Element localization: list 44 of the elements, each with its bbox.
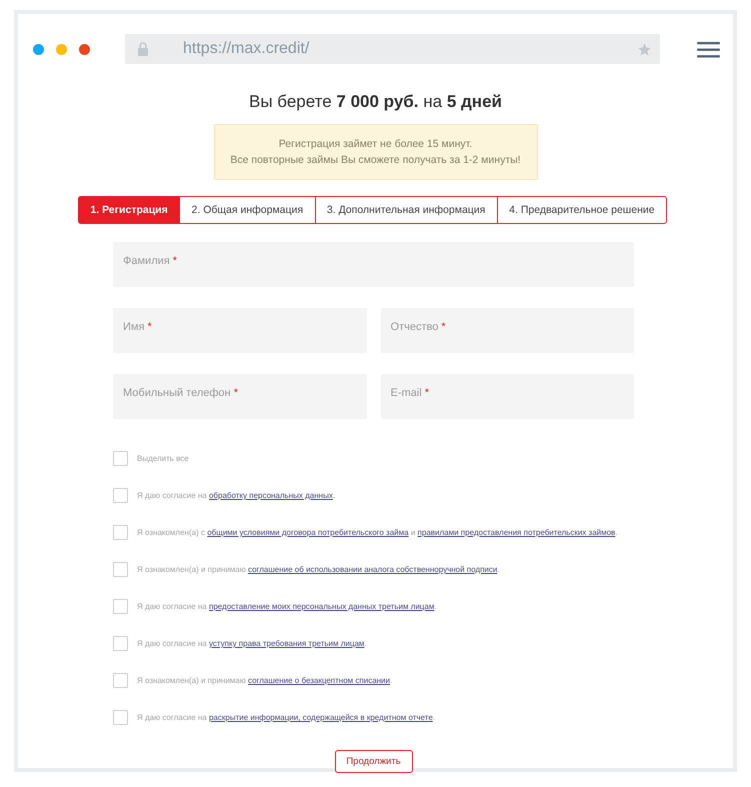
input-field[interactable]: Имя *: [113, 308, 366, 353]
consent-text: Я ознакомлен(а) с общими условиями договора потребительского займа и правилами предоставления потребительских займов.: [137, 528, 618, 537]
consent-link[interactable]: предоставление моих персональных данных третьим лицам: [208, 602, 434, 611]
loan-summary: Вы берете 7 000 руб. на 5 дней: [248, 92, 503, 112]
input-field[interactable]: Мобильный телефон *: [113, 374, 366, 419]
step-tab[interactable]: 4. Предварительное решение: [496, 196, 667, 224]
input-field[interactable]: Фамилия *: [113, 242, 634, 287]
consent-link[interactable]: соглашение об использовании аналога собственноручной подписи: [248, 565, 498, 574]
step-tab[interactable]: 1. Регистрация: [78, 196, 180, 224]
consent-text: Я ознакомлен(а) и принимаю соглашение об использовании аналога собственноручной подписи.: [137, 565, 500, 574]
checkbox[interactable]: [113, 673, 128, 688]
window-dot[interactable]: [33, 44, 44, 54]
consent-link[interactable]: общими условиями договора потребительского займа: [207, 528, 409, 537]
input-field[interactable]: Отчество *: [380, 308, 634, 353]
lock-icon: [137, 42, 149, 56]
url-text: https://max.credit/: [183, 40, 310, 58]
window-dot[interactable]: [79, 44, 90, 54]
consent-link[interactable]: обработку персональных данных: [208, 491, 333, 500]
checkbox[interactable]: [113, 599, 128, 614]
input-field[interactable]: E-mail *: [380, 374, 634, 419]
consent-text: Я даю согласие на раскрытие информации, содержащейся в кредитном отчете.: [137, 713, 435, 722]
checkbox[interactable]: [113, 636, 128, 651]
checkbox[interactable]: [113, 525, 128, 540]
checkbox[interactable]: [113, 488, 128, 503]
checkbox[interactable]: [113, 451, 128, 466]
continue-button[interactable]: Продолжить: [334, 750, 412, 773]
consent-text: Я даю согласие на обработку персональных данных.: [137, 491, 336, 500]
consent-link[interactable]: правилами предоставления потребительских займов: [418, 528, 616, 537]
notice-text: Регистрация займет не более 15 минут.: [278, 137, 474, 152]
consent-text: Выделить все: [137, 454, 189, 463]
notice-text: Все повторные займы Вы сможете получать за 1-2 минуты!: [229, 153, 522, 168]
consent-text: Я даю согласие на уступку права требования третьим лицам.: [137, 639, 367, 648]
checkbox[interactable]: [113, 562, 128, 577]
star-icon[interactable]: [637, 42, 652, 56]
consent-link[interactable]: раскрытие информации, содержащейся в кредитном отчете: [208, 713, 433, 722]
checkbox[interactable]: [113, 710, 128, 725]
consent-text: Я ознакомлен(а) и принимаю соглашение о безакцептном списании.: [137, 676, 392, 685]
consent-link[interactable]: уступку права требования третьим лицам: [208, 639, 364, 648]
menu-icon[interactable]: [697, 40, 720, 58]
consent-text: Я даю согласие на предоставление моих персональных данных третьим лицам.: [137, 602, 437, 611]
consent-link[interactable]: соглашение о безакцептном списании: [248, 676, 390, 685]
step-tab[interactable]: 3. Дополнительная информация: [314, 196, 498, 224]
window-dot[interactable]: [56, 44, 67, 54]
step-tab[interactable]: 2. Общая информация: [179, 196, 316, 224]
